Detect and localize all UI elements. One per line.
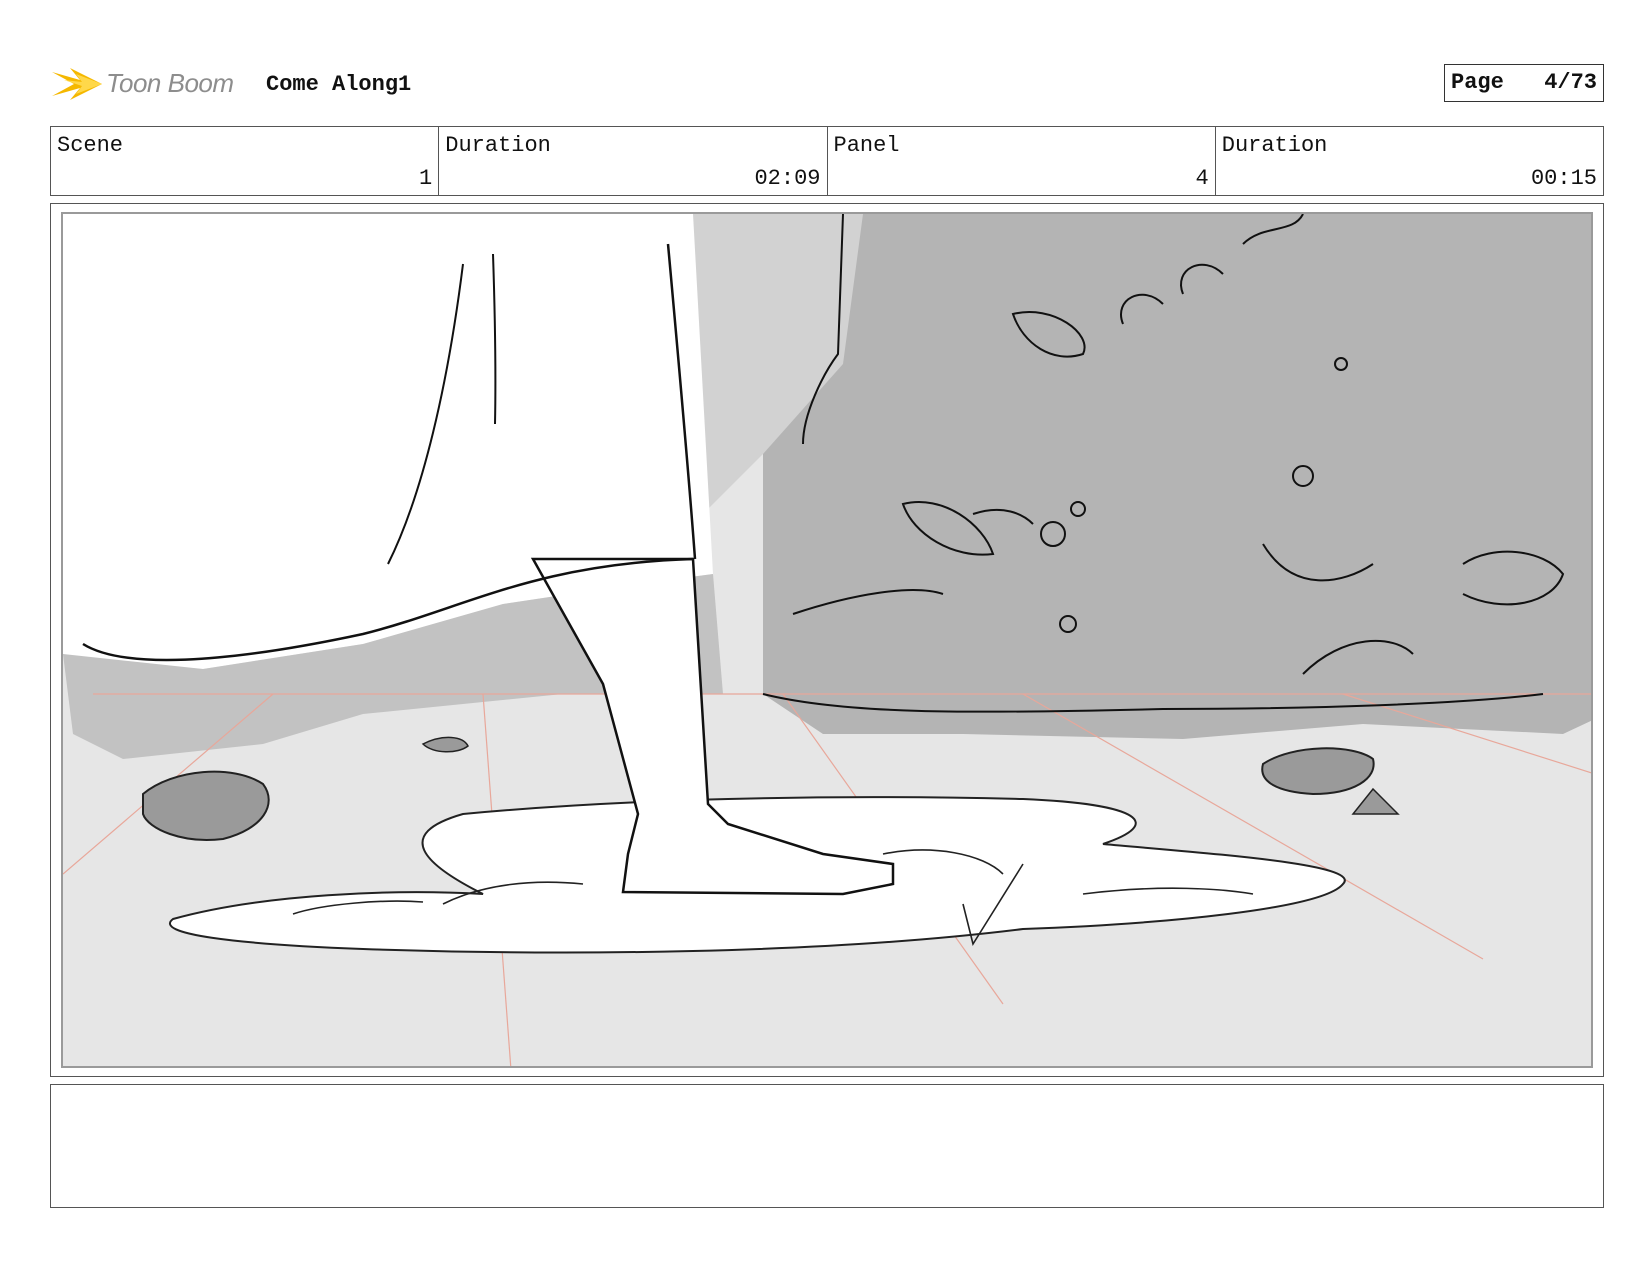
panel-label: Panel (833, 133, 900, 158)
page-label: Page (1451, 70, 1504, 95)
scene-info-table: Scene 1 Duration 02:09 Panel 4 Duration … (50, 126, 1604, 196)
scene-cell: Scene 1 (51, 127, 440, 195)
panel-duration-label: Duration (1221, 133, 1328, 158)
scene-label: Scene (57, 133, 124, 158)
panel-value: 4 (1195, 166, 1209, 191)
toon-boom-logo: Toon Boom (50, 58, 250, 110)
storyboard-panel (61, 212, 1593, 1068)
logo-text: Toon Boom (106, 68, 234, 98)
scene-duration-value: 02:09 (754, 166, 821, 191)
panel-notes-box (50, 1084, 1604, 1208)
foliage-background (763, 214, 1591, 739)
page-header: Toon Boom Come Along1 Page 4/73 (50, 58, 1604, 110)
panel-duration-value: 00:15 (1530, 166, 1597, 191)
starburst-icon (52, 68, 102, 100)
scene-value: 1 (419, 166, 433, 191)
storyboard-panel-frame (50, 203, 1604, 1077)
panel-duration-cell: Duration 00:15 (1216, 127, 1603, 195)
scene-duration-label: Duration (445, 133, 551, 158)
page-number: 4/73 (1544, 70, 1597, 95)
page-indicator: Page 4/73 (1444, 64, 1604, 102)
project-title: Come Along1 (266, 72, 412, 97)
storyboard-sketch (63, 214, 1591, 1066)
scene-duration-cell: Duration 02:09 (439, 127, 828, 195)
panel-cell: Panel 4 (828, 127, 1216, 195)
